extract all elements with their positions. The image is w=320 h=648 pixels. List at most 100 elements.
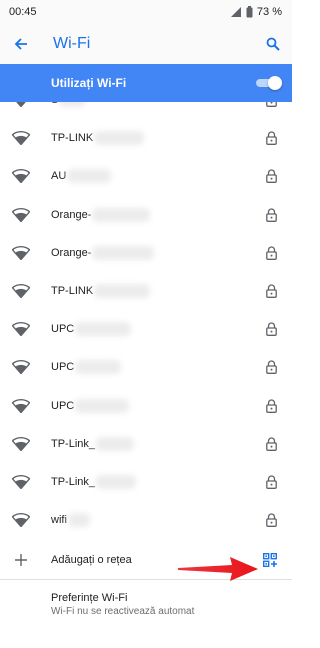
wifi-icon-wrap	[10, 398, 32, 413]
network-row[interactable]: UPC	[0, 310, 292, 348]
redacted-blur	[94, 131, 145, 146]
signal-icon	[230, 7, 241, 17]
lock-icon-wrap	[264, 169, 278, 184]
network-name: TP-LINK	[51, 131, 264, 146]
redacted-blur	[75, 360, 122, 375]
redacted-blur	[92, 245, 155, 260]
lock-icon-wrap	[264, 246, 278, 260]
wifi-icon-wrap	[10, 169, 32, 184]
wifi-icon-wrap	[10, 284, 32, 299]
network-name-text: TP-LINK	[51, 132, 94, 145]
back-arrow-icon	[14, 38, 27, 50]
lock-icon-wrap	[264, 399, 278, 413]
search-button[interactable]	[262, 33, 284, 55]
network-row[interactable]: TP-LINK	[0, 119, 292, 157]
wifi-signal-icon	[12, 360, 30, 375]
network-row[interactable]: TP-Link_	[0, 463, 292, 501]
wifi-signal-icon	[12, 245, 30, 260]
lock-icon	[265, 437, 277, 451]
add-icon-wrap	[10, 554, 32, 566]
wifi-icon-wrap	[10, 102, 32, 108]
wifi-icon-wrap	[10, 436, 32, 451]
network-name-text: UPC	[51, 399, 75, 412]
wifi-signal-icon	[16, 102, 26, 108]
network-row[interactable]: TP-LINK	[0, 272, 292, 310]
network-name-text: Orange-	[51, 208, 92, 221]
lock-icon-wrap	[264, 131, 278, 146]
use-wifi-switch-row[interactable]: Utilizați Wi-Fi	[0, 64, 292, 102]
wifi-signal-icon	[12, 436, 30, 451]
back-button[interactable]	[10, 33, 32, 55]
wifi-icon-wrap	[10, 474, 32, 489]
lock-icon	[265, 284, 277, 298]
network-name-text: UPC	[51, 323, 75, 336]
lock-icon-wrap	[264, 513, 278, 528]
lock-icon-wrap	[264, 437, 278, 451]
battery-percent: 73 %	[256, 6, 282, 18]
network-name: UPC	[51, 322, 264, 337]
status-time: 00:45	[9, 6, 37, 18]
lock-icon	[265, 208, 277, 222]
network-list: S TP-LINK AU Orange- Orange- TP-LINK UPC UPC UPC…	[0, 102, 292, 539]
wifi-signal-icon	[12, 398, 30, 413]
network-name-text: wifi	[51, 514, 67, 527]
lock-icon	[265, 131, 277, 146]
wifi-toggle[interactable]	[254, 76, 282, 90]
status-bar: 00:45 73 %	[0, 0, 292, 24]
network-name-text: S	[51, 102, 58, 106]
toggle-thumb	[268, 76, 282, 90]
network-row[interactable]: TP-Link_	[0, 425, 292, 463]
wifi-signal-icon	[12, 322, 30, 337]
lock-icon-wrap	[264, 475, 278, 489]
network-name: AU	[51, 169, 264, 184]
wifi-icon-wrap	[10, 513, 32, 528]
network-row[interactable]: S	[0, 102, 292, 119]
lock-icon	[265, 360, 277, 375]
network-row[interactable]: UPC	[0, 387, 292, 425]
search-icon	[266, 37, 280, 51]
lock-icon	[265, 102, 277, 108]
page-title: Wi-Fi	[53, 35, 91, 52]
network-row[interactable]: UPC	[0, 348, 292, 386]
network-row[interactable]: Orange-	[0, 234, 292, 272]
network-row[interactable]: AU	[0, 157, 292, 195]
network-name-text: TP-Link_	[51, 475, 96, 488]
wifi-icon-wrap	[10, 207, 32, 222]
qr-scan-button[interactable]	[262, 553, 278, 567]
redacted-blur	[75, 322, 132, 337]
network-list-viewport[interactable]: S TP-LINK AU Orange- Orange- TP-LINK UPC UPC UPC…	[0, 102, 292, 541]
network-name: TP-Link_	[51, 436, 264, 451]
wifi-signal-icon	[12, 207, 30, 222]
wifi-signal-icon	[12, 284, 30, 299]
lock-icon	[265, 169, 277, 184]
lock-icon	[265, 513, 277, 528]
battery-icon	[246, 6, 253, 18]
lock-icon-wrap	[264, 102, 278, 108]
wifi-preferences-row[interactable]: Preferințe Wi-Fi Wi-Fi nu se reactivează…	[0, 580, 292, 617]
lock-icon-wrap	[264, 284, 278, 298]
wifi-icon-wrap	[10, 360, 32, 375]
redacted-blur	[94, 284, 151, 299]
network-row[interactable]: Orange-	[0, 196, 292, 234]
redacted-blur	[96, 474, 137, 489]
network-name: Orange-	[51, 245, 264, 260]
status-icons: 73 %	[230, 6, 282, 18]
network-name: TP-LINK	[51, 284, 264, 299]
wifi-signal-icon	[12, 513, 30, 528]
use-wifi-label: Utilizați Wi-Fi	[51, 76, 127, 90]
network-name: UPC	[51, 360, 264, 375]
network-name: TP-Link_	[51, 474, 264, 489]
lock-icon-wrap	[264, 208, 278, 222]
redacted-blur	[92, 207, 151, 222]
network-name-text: Orange-	[51, 246, 92, 259]
wifi-preferences-title: Preferințe Wi-Fi	[51, 592, 128, 604]
network-name: wifi	[51, 513, 264, 528]
lock-icon	[265, 475, 277, 489]
network-name-text: UPC	[51, 361, 75, 374]
network-name-text: AU	[51, 170, 67, 183]
app-bar: Wi-Fi	[0, 24, 292, 64]
lock-icon-wrap	[264, 322, 278, 337]
red-arrow-annotation	[178, 557, 258, 581]
network-row[interactable]: wifi	[0, 501, 292, 539]
wifi-icon-wrap	[10, 245, 32, 260]
